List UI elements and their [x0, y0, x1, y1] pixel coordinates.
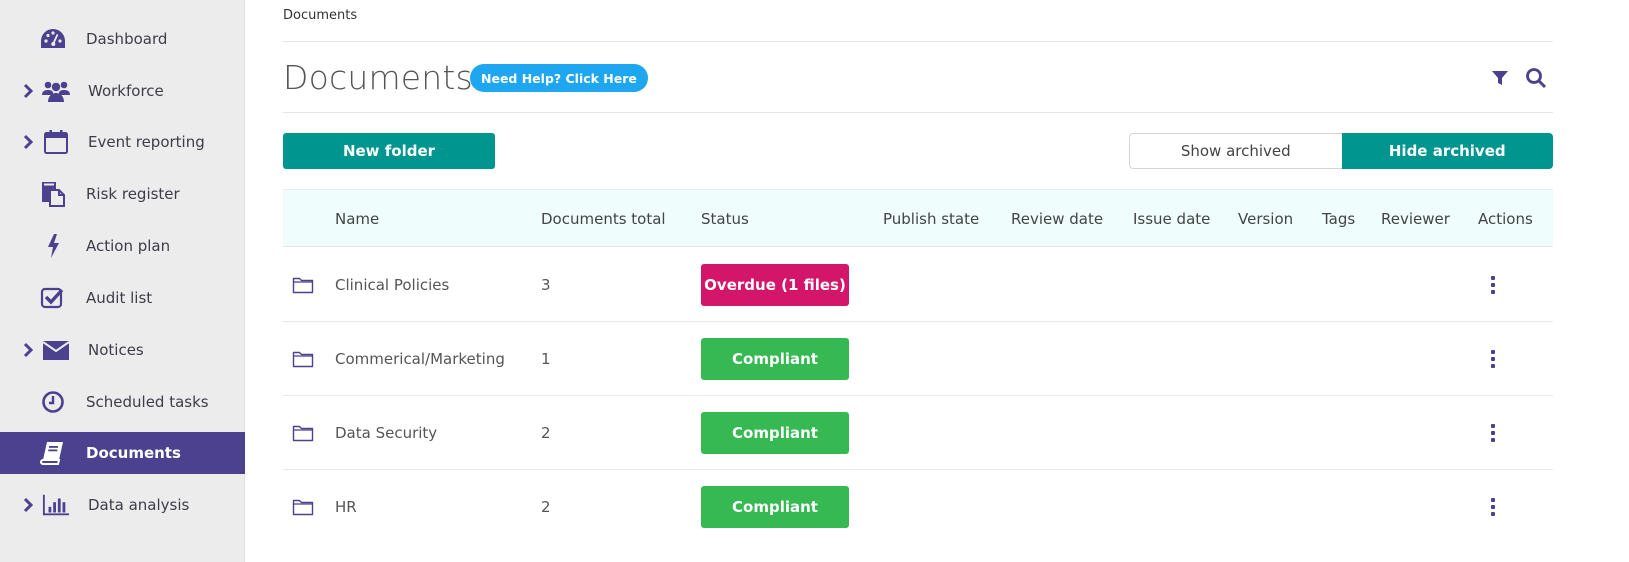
sidebar-item-label: Scheduled tasks [86, 393, 209, 411]
main-content: Documents Documents Need Help? Click Her… [283, 0, 1553, 562]
status-badge: Compliant [701, 486, 849, 528]
folder-name[interactable]: Commerical/Marketing [335, 322, 505, 396]
documents-total: 1 [541, 350, 551, 368]
documents-total: 2 [541, 498, 551, 516]
documents-total: 3 [541, 276, 551, 294]
need-help-button[interactable]: Need Help? Click Here [470, 64, 648, 92]
sidebar-item-label: Audit list [86, 289, 153, 307]
status-badge: Compliant [701, 412, 849, 454]
sidebar-item-label: Action plan [86, 237, 171, 255]
sidebar-item-risk-register[interactable]: Risk register [0, 173, 245, 215]
book-icon [39, 439, 67, 467]
page-title: Documents [283, 58, 473, 97]
sidebar-item-action-plan[interactable]: Action plan [0, 225, 245, 267]
sidebar-item-label: Notices [88, 341, 144, 359]
sidebar-item-notices[interactable]: Notices [0, 329, 245, 371]
users-icon [42, 77, 70, 105]
status-badge: Compliant [701, 338, 849, 380]
documents-total: 2 [541, 424, 551, 442]
sidebar-item-scheduled-tasks[interactable]: Scheduled tasks [0, 381, 245, 423]
folder-name[interactable]: Clinical Policies [335, 248, 449, 322]
table-row[interactable]: Data Security 2 Compliant [283, 396, 1553, 470]
chevron-right-icon[interactable] [22, 497, 34, 513]
chevron-right-icon[interactable] [22, 83, 34, 99]
dashboard-gauge-icon [39, 25, 67, 53]
sidebar-item-documents[interactable]: Documents [0, 432, 245, 474]
folder-icon [292, 498, 314, 516]
column-header-actions: Actions [1478, 210, 1533, 228]
column-header-review-date[interactable]: Review date [1011, 190, 1103, 248]
divider [283, 112, 1553, 113]
status-badge: Overdue (1 files) [701, 264, 849, 306]
column-header-version[interactable]: Version [1238, 190, 1293, 248]
folder-icon [292, 424, 314, 442]
table-row[interactable]: Commerical/Marketing 1 Compliant [283, 322, 1553, 396]
folder-icon [292, 276, 314, 294]
column-header-status[interactable]: Status [701, 190, 749, 248]
more-actions-icon[interactable] [1489, 498, 1497, 516]
more-actions-icon[interactable] [1489, 276, 1497, 294]
sidebar-item-label: Dashboard [86, 30, 168, 48]
sidebar-item-dashboard[interactable]: Dashboard [0, 18, 245, 60]
folder-name[interactable]: Data Security [335, 396, 437, 470]
sidebar-item-label: Data analysis [88, 496, 190, 514]
chevron-right-icon[interactable] [22, 134, 34, 150]
table-header: Name Documents total Status Publish stat… [283, 189, 1553, 247]
breadcrumb[interactable]: Documents [283, 8, 357, 23]
more-actions-icon[interactable] [1489, 350, 1497, 368]
column-header-issue-date[interactable]: Issue date [1133, 190, 1210, 248]
folder-name[interactable]: HR [335, 470, 357, 544]
sidebar-item-label: Event reporting [88, 133, 205, 151]
column-header-documents-total[interactable]: Documents total [541, 190, 666, 248]
column-header-name[interactable]: Name [335, 190, 379, 248]
checkbox-icon [39, 284, 67, 312]
sidebar-item-label: Documents [86, 444, 181, 462]
filter-icon[interactable] [1489, 67, 1511, 89]
sidebar-item-workforce[interactable]: Workforce [0, 70, 245, 112]
lightning-bolt-icon [39, 232, 67, 260]
search-icon[interactable] [1525, 67, 1547, 89]
column-header-reviewer[interactable]: Reviewer [1381, 190, 1450, 248]
new-folder-button[interactable]: New folder [283, 133, 495, 169]
chevron-right-icon[interactable] [22, 342, 34, 358]
divider [283, 41, 1553, 42]
folder-icon [292, 350, 314, 368]
sidebar-item-event-reporting[interactable]: Event reporting [0, 121, 245, 163]
copy-document-icon [39, 180, 67, 208]
sidebar-item-label: Risk register [86, 185, 180, 203]
column-header-tags[interactable]: Tags [1322, 190, 1355, 248]
sidebar-item-audit-list[interactable]: Audit list [0, 277, 245, 319]
archive-toggle: Show archived Hide archived [1129, 133, 1553, 169]
clock-icon [39, 388, 67, 416]
envelope-icon [42, 336, 70, 364]
table-row[interactable]: HR 2 Compliant [283, 470, 1553, 544]
calendar-icon [42, 128, 70, 156]
sidebar-item-label: Workforce [88, 82, 164, 100]
more-actions-icon[interactable] [1489, 424, 1497, 442]
show-archived-button[interactable]: Show archived [1129, 133, 1342, 169]
hide-archived-button[interactable]: Hide archived [1341, 133, 1553, 169]
column-header-publish-state[interactable]: Publish state [883, 190, 979, 248]
table-row[interactable]: Clinical Policies 3 Overdue (1 files) [283, 248, 1553, 322]
sidebar: Dashboard Workforce Event reporting Risk… [0, 0, 245, 562]
sidebar-item-data-analysis[interactable]: Data analysis [0, 484, 245, 526]
bar-chart-icon [42, 491, 70, 519]
